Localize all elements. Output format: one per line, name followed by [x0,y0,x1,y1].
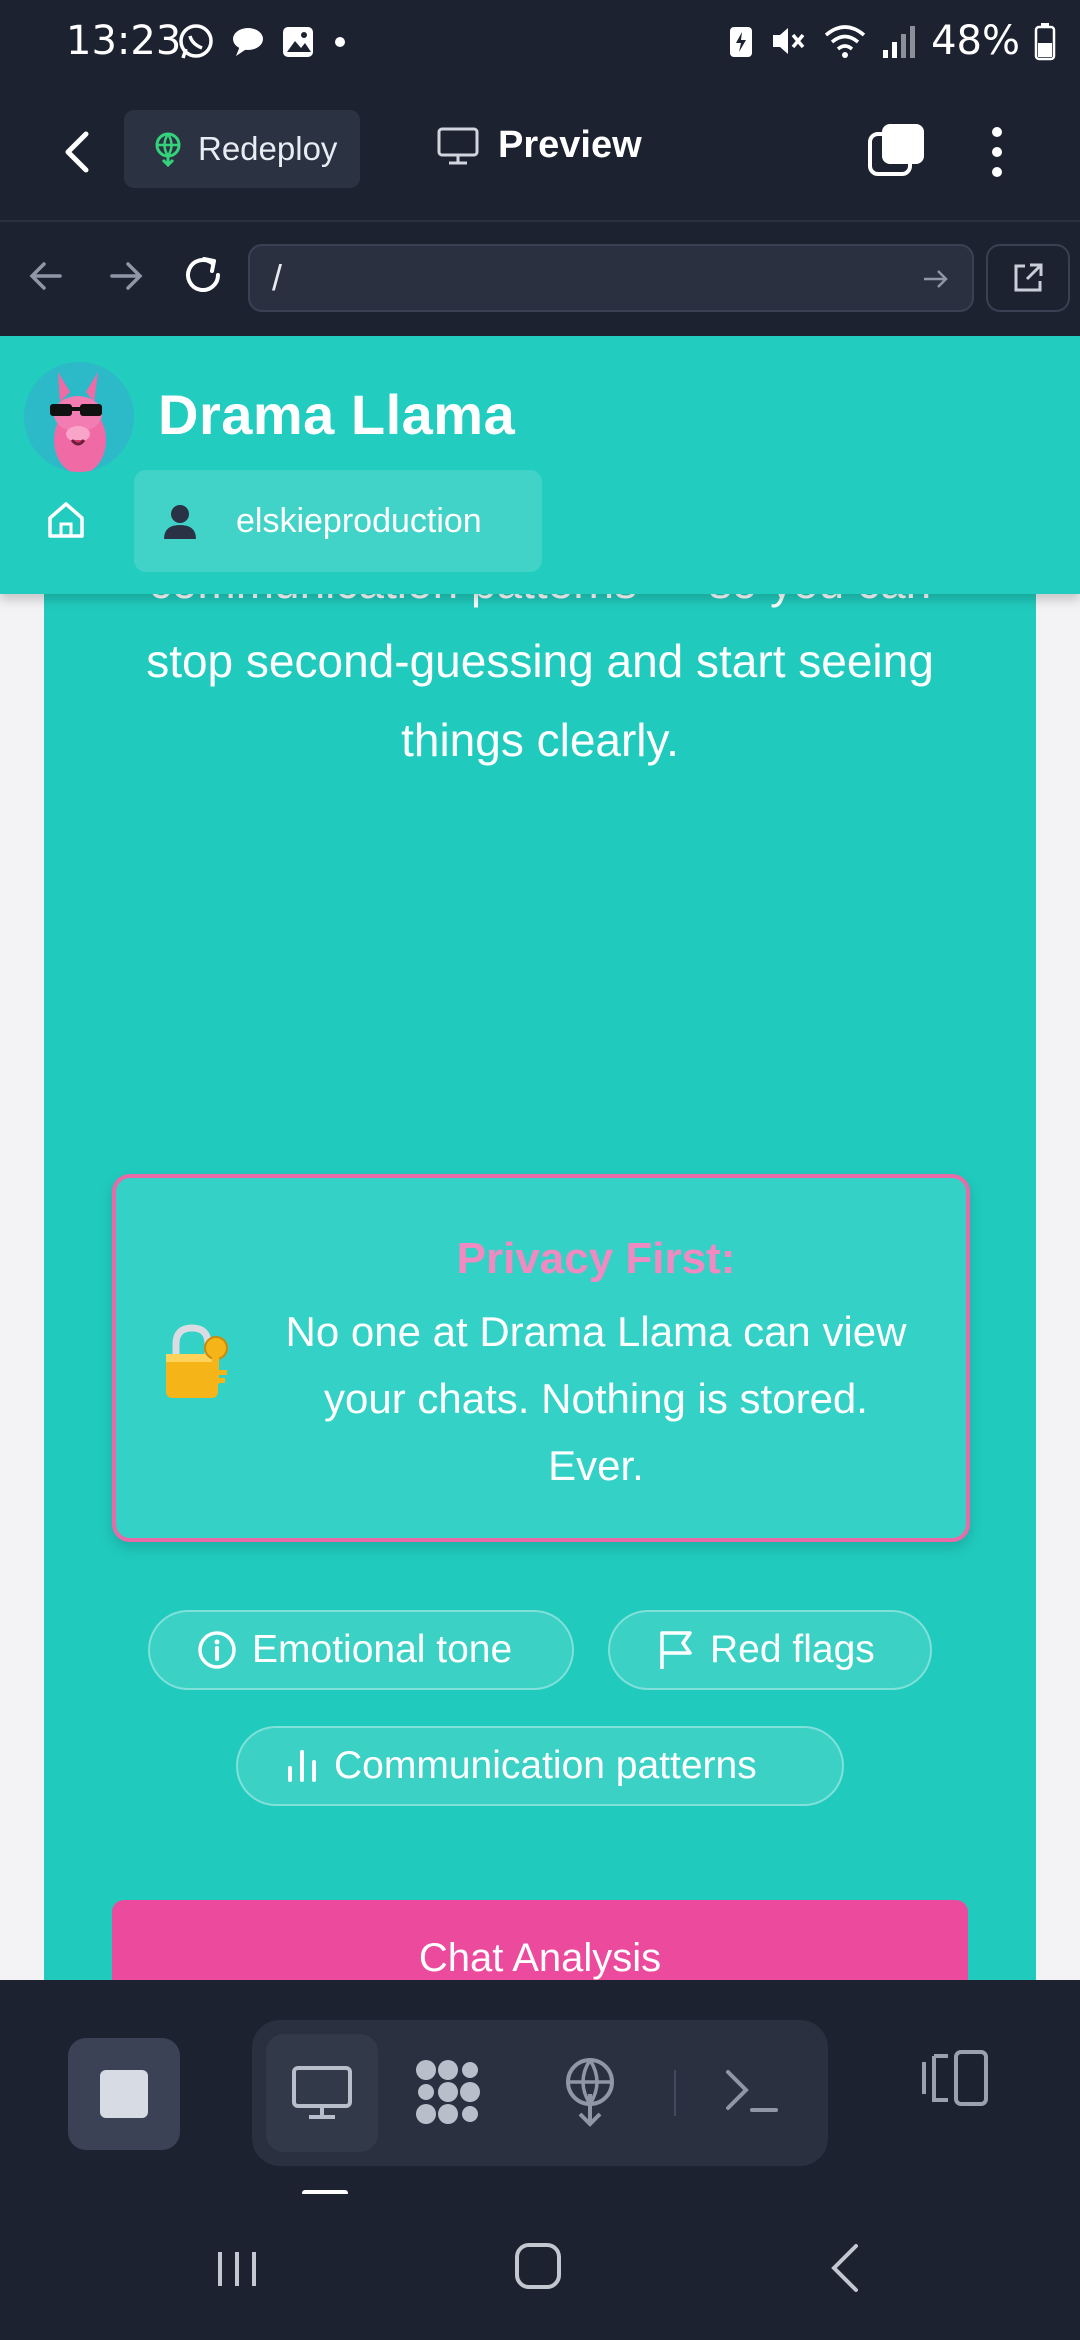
notification-dot-icon [330,32,350,52]
chat-analysis-button[interactable]: Chat Analysis [112,1900,968,1980]
browser-bar: / [0,224,1080,336]
user-avatar-icon [160,501,200,541]
arrow-left-icon [29,262,62,290]
feature-pill-emotional-tone[interactable]: Emotional tone [148,1610,574,1690]
arrow-right-icon [110,262,143,290]
mute-icon [769,22,809,60]
privacy-notice: Privacy First: No one at Drama Llama can… [112,1174,970,1542]
home-button[interactable] [512,2240,564,2292]
system-back-button[interactable] [826,2242,866,2294]
apps-tool-tab[interactable] [412,2056,484,2128]
windows-button[interactable] [866,122,928,178]
preview-tab[interactable]: Preview [436,124,642,167]
preview-label: Preview [498,124,642,166]
chevron-left-icon [65,131,89,173]
info-circle-icon [196,1629,238,1671]
preview-tool-tab[interactable] [266,2034,378,2152]
feature-label: Red flags [710,1628,875,1671]
whatsapp-icon [176,22,216,62]
web-viewport: Drama Llama elskieproduction artificial … [0,336,1080,1980]
monitor-icon [292,2066,352,2119]
tool-tabs [252,2020,828,2166]
app-header: Redeploy Preview [0,84,1080,222]
terminal-icon [726,2070,778,2112]
feature-pill-communication-patterns[interactable]: Communication patterns [236,1726,844,1806]
feature-label: Emotional tone [252,1628,513,1671]
system-navigation-bar [0,2194,1080,2340]
deploy-globe-icon [152,131,184,167]
go-arrow-icon[interactable] [920,264,950,294]
reload-icon [186,257,220,292]
more-menu-button[interactable] [982,122,1012,182]
user-profile-chip[interactable]: elskieproduction [134,470,542,572]
status-time: 13:23 [66,18,182,64]
deploy-tool-tab[interactable] [562,2056,618,2128]
feature-label: Communication patterns [334,1744,757,1787]
recent-apps-button[interactable] [212,2244,262,2294]
gallery-icon [280,24,316,60]
monitor-icon [436,126,480,166]
flag-icon [656,1629,696,1671]
feature-pill-red-flags[interactable]: Red flags [608,1610,932,1690]
deploy-globe-icon [566,2058,614,2127]
toolbar-divider [674,2070,676,2116]
browser-forward-button[interactable] [104,254,148,298]
home-square-icon [515,2243,561,2289]
back-chevron-icon [831,2244,858,2292]
status-bar: 13:23 48% [0,0,1080,84]
privacy-title: Privacy First: [456,1234,736,1283]
battery-saver-icon [727,22,755,60]
battery-icon [1034,21,1056,61]
url-input[interactable]: / [248,244,974,312]
vertical-dots-icon [992,127,1002,177]
signal-icon [881,22,917,60]
privacy-body: No one at Drama Llama can view your chat… [285,1308,907,1489]
redeploy-label: Redeploy [198,130,338,167]
stacked-windows-icon [868,124,924,176]
workspace-toolbar [0,1980,1080,2196]
panel-layout-icon [922,2050,988,2106]
bar-chart-icon [284,1746,320,1786]
home-icon [48,502,84,538]
layout-toggle-button[interactable] [920,2048,992,2108]
open-external-button[interactable] [986,244,1070,312]
redeploy-button[interactable]: Redeploy [124,110,360,188]
battery-percent: 48% [931,18,1020,64]
browser-back-button[interactable] [24,254,68,298]
llama-logo[interactable] [24,362,134,472]
wifi-icon [823,22,867,60]
username: elskieproduction [236,501,482,540]
apps-grid-icon [416,2060,480,2124]
site-header: Drama Llama elskieproduction [0,336,1080,594]
recent-apps-icon [218,2252,256,2286]
site-title[interactable]: Drama Llama [158,382,515,447]
url-text: / [272,257,283,298]
stop-button[interactable] [68,2038,180,2150]
chat-bubble-icon [230,24,266,60]
back-button[interactable] [54,122,104,182]
external-link-icon [1014,263,1043,292]
reload-button[interactable] [178,250,228,300]
stop-square-icon [100,2070,148,2118]
lock-key-icon [162,1322,234,1402]
shell-tool-tab[interactable] [722,2064,782,2120]
home-link[interactable] [44,498,88,542]
